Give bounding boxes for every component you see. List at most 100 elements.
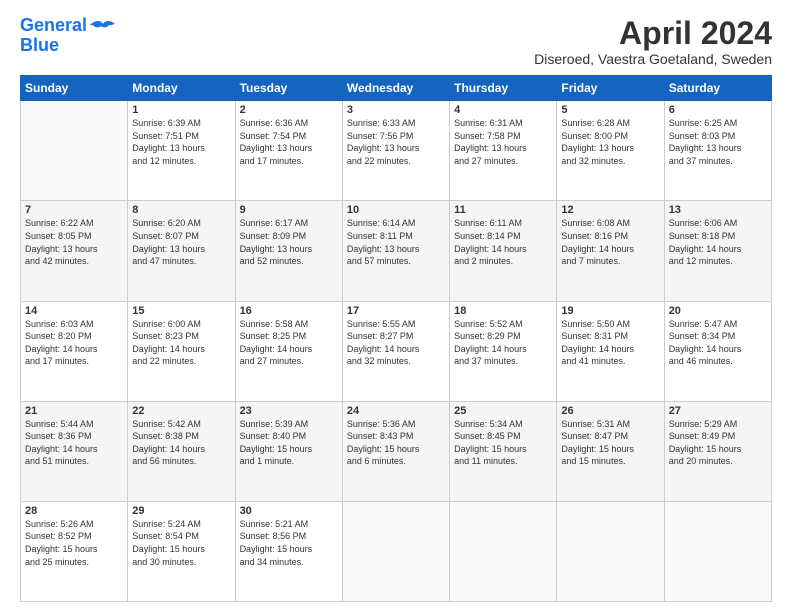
day-info: Sunrise: 5:50 AM Sunset: 8:31 PM Dayligh…	[561, 318, 659, 368]
logo-line1: General	[20, 15, 87, 35]
calendar-day-header: Sunday	[21, 76, 128, 101]
day-info: Sunrise: 6:39 AM Sunset: 7:51 PM Dayligh…	[132, 117, 230, 167]
logo-line2: Blue	[20, 35, 59, 55]
logo-bird-icon	[89, 20, 117, 42]
day-number: 24	[347, 405, 445, 417]
day-info: Sunrise: 5:24 AM Sunset: 8:54 PM Dayligh…	[132, 518, 230, 568]
day-number: 15	[132, 305, 230, 317]
day-number: 30	[240, 505, 338, 517]
day-info: Sunrise: 6:03 AM Sunset: 8:20 PM Dayligh…	[25, 318, 123, 368]
day-number: 14	[25, 305, 123, 317]
day-info: Sunrise: 6:20 AM Sunset: 8:07 PM Dayligh…	[132, 217, 230, 267]
day-number: 1	[132, 104, 230, 116]
calendar-week-row: 21Sunrise: 5:44 AM Sunset: 8:36 PM Dayli…	[21, 401, 772, 501]
calendar-day-header: Wednesday	[342, 76, 449, 101]
calendar-cell: 7Sunrise: 6:22 AM Sunset: 8:05 PM Daylig…	[21, 201, 128, 301]
day-number: 12	[561, 204, 659, 216]
day-number: 22	[132, 405, 230, 417]
calendar-cell: 5Sunrise: 6:28 AM Sunset: 8:00 PM Daylig…	[557, 101, 664, 201]
calendar-cell: 24Sunrise: 5:36 AM Sunset: 8:43 PM Dayli…	[342, 401, 449, 501]
calendar-cell: 3Sunrise: 6:33 AM Sunset: 7:56 PM Daylig…	[342, 101, 449, 201]
day-info: Sunrise: 6:31 AM Sunset: 7:58 PM Dayligh…	[454, 117, 552, 167]
day-info: Sunrise: 6:17 AM Sunset: 8:09 PM Dayligh…	[240, 217, 338, 267]
header: General Blue April 2024 Diseroed, Vaestr…	[20, 16, 772, 67]
day-info: Sunrise: 5:26 AM Sunset: 8:52 PM Dayligh…	[25, 518, 123, 568]
day-info: Sunrise: 6:14 AM Sunset: 8:11 PM Dayligh…	[347, 217, 445, 267]
calendar-cell: 14Sunrise: 6:03 AM Sunset: 8:20 PM Dayli…	[21, 301, 128, 401]
day-info: Sunrise: 6:36 AM Sunset: 7:54 PM Dayligh…	[240, 117, 338, 167]
calendar-cell: 13Sunrise: 6:06 AM Sunset: 8:18 PM Dayli…	[664, 201, 771, 301]
calendar-cell: 20Sunrise: 5:47 AM Sunset: 8:34 PM Dayli…	[664, 301, 771, 401]
calendar-cell	[664, 501, 771, 601]
calendar-cell: 11Sunrise: 6:11 AM Sunset: 8:14 PM Dayli…	[450, 201, 557, 301]
calendar-cell: 16Sunrise: 5:58 AM Sunset: 8:25 PM Dayli…	[235, 301, 342, 401]
calendar-cell: 28Sunrise: 5:26 AM Sunset: 8:52 PM Dayli…	[21, 501, 128, 601]
calendar-cell: 22Sunrise: 5:42 AM Sunset: 8:38 PM Dayli…	[128, 401, 235, 501]
logo-text: General Blue	[20, 16, 87, 56]
day-info: Sunrise: 5:29 AM Sunset: 8:49 PM Dayligh…	[669, 418, 767, 468]
day-number: 25	[454, 405, 552, 417]
calendar-cell	[21, 101, 128, 201]
calendar-cell: 18Sunrise: 5:52 AM Sunset: 8:29 PM Dayli…	[450, 301, 557, 401]
calendar-day-header: Thursday	[450, 76, 557, 101]
calendar-week-row: 14Sunrise: 6:03 AM Sunset: 8:20 PM Dayli…	[21, 301, 772, 401]
calendar-cell: 1Sunrise: 6:39 AM Sunset: 7:51 PM Daylig…	[128, 101, 235, 201]
calendar-week-row: 28Sunrise: 5:26 AM Sunset: 8:52 PM Dayli…	[21, 501, 772, 601]
calendar-week-row: 1Sunrise: 6:39 AM Sunset: 7:51 PM Daylig…	[21, 101, 772, 201]
logo: General Blue	[20, 16, 117, 56]
calendar-cell	[557, 501, 664, 601]
day-number: 9	[240, 204, 338, 216]
day-number: 16	[240, 305, 338, 317]
calendar-cell: 15Sunrise: 6:00 AM Sunset: 8:23 PM Dayli…	[128, 301, 235, 401]
calendar-week-row: 7Sunrise: 6:22 AM Sunset: 8:05 PM Daylig…	[21, 201, 772, 301]
day-number: 23	[240, 405, 338, 417]
day-info: Sunrise: 6:06 AM Sunset: 8:18 PM Dayligh…	[669, 217, 767, 267]
calendar-cell: 25Sunrise: 5:34 AM Sunset: 8:45 PM Dayli…	[450, 401, 557, 501]
day-number: 8	[132, 204, 230, 216]
day-info: Sunrise: 5:42 AM Sunset: 8:38 PM Dayligh…	[132, 418, 230, 468]
day-info: Sunrise: 6:08 AM Sunset: 8:16 PM Dayligh…	[561, 217, 659, 267]
calendar-cell: 10Sunrise: 6:14 AM Sunset: 8:11 PM Dayli…	[342, 201, 449, 301]
day-info: Sunrise: 5:52 AM Sunset: 8:29 PM Dayligh…	[454, 318, 552, 368]
day-number: 18	[454, 305, 552, 317]
day-number: 26	[561, 405, 659, 417]
day-number: 10	[347, 204, 445, 216]
day-number: 3	[347, 104, 445, 116]
day-info: Sunrise: 5:21 AM Sunset: 8:56 PM Dayligh…	[240, 518, 338, 568]
day-info: Sunrise: 6:00 AM Sunset: 8:23 PM Dayligh…	[132, 318, 230, 368]
calendar-cell: 17Sunrise: 5:55 AM Sunset: 8:27 PM Dayli…	[342, 301, 449, 401]
calendar-cell: 21Sunrise: 5:44 AM Sunset: 8:36 PM Dayli…	[21, 401, 128, 501]
day-info: Sunrise: 5:47 AM Sunset: 8:34 PM Dayligh…	[669, 318, 767, 368]
calendar-cell: 8Sunrise: 6:20 AM Sunset: 8:07 PM Daylig…	[128, 201, 235, 301]
day-number: 28	[25, 505, 123, 517]
month-title: April 2024	[534, 16, 772, 51]
day-info: Sunrise: 6:28 AM Sunset: 8:00 PM Dayligh…	[561, 117, 659, 167]
calendar-header-row: SundayMondayTuesdayWednesdayThursdayFrid…	[21, 76, 772, 101]
calendar-day-header: Tuesday	[235, 76, 342, 101]
day-info: Sunrise: 5:31 AM Sunset: 8:47 PM Dayligh…	[561, 418, 659, 468]
day-info: Sunrise: 6:33 AM Sunset: 7:56 PM Dayligh…	[347, 117, 445, 167]
day-info: Sunrise: 5:36 AM Sunset: 8:43 PM Dayligh…	[347, 418, 445, 468]
calendar-cell: 2Sunrise: 6:36 AM Sunset: 7:54 PM Daylig…	[235, 101, 342, 201]
calendar-cell: 19Sunrise: 5:50 AM Sunset: 8:31 PM Dayli…	[557, 301, 664, 401]
day-number: 2	[240, 104, 338, 116]
calendar-cell: 12Sunrise: 6:08 AM Sunset: 8:16 PM Dayli…	[557, 201, 664, 301]
calendar-cell	[342, 501, 449, 601]
day-number: 20	[669, 305, 767, 317]
calendar-cell: 27Sunrise: 5:29 AM Sunset: 8:49 PM Dayli…	[664, 401, 771, 501]
day-info: Sunrise: 5:55 AM Sunset: 8:27 PM Dayligh…	[347, 318, 445, 368]
day-info: Sunrise: 5:58 AM Sunset: 8:25 PM Dayligh…	[240, 318, 338, 368]
day-info: Sunrise: 5:44 AM Sunset: 8:36 PM Dayligh…	[25, 418, 123, 468]
day-number: 29	[132, 505, 230, 517]
calendar-cell: 29Sunrise: 5:24 AM Sunset: 8:54 PM Dayli…	[128, 501, 235, 601]
location-subtitle: Diseroed, Vaestra Goetaland, Sweden	[534, 51, 772, 67]
calendar-cell: 6Sunrise: 6:25 AM Sunset: 8:03 PM Daylig…	[664, 101, 771, 201]
calendar-day-header: Friday	[557, 76, 664, 101]
day-number: 17	[347, 305, 445, 317]
day-info: Sunrise: 6:25 AM Sunset: 8:03 PM Dayligh…	[669, 117, 767, 167]
calendar-day-header: Monday	[128, 76, 235, 101]
day-info: Sunrise: 6:22 AM Sunset: 8:05 PM Dayligh…	[25, 217, 123, 267]
day-number: 6	[669, 104, 767, 116]
calendar-cell	[450, 501, 557, 601]
calendar-cell: 4Sunrise: 6:31 AM Sunset: 7:58 PM Daylig…	[450, 101, 557, 201]
